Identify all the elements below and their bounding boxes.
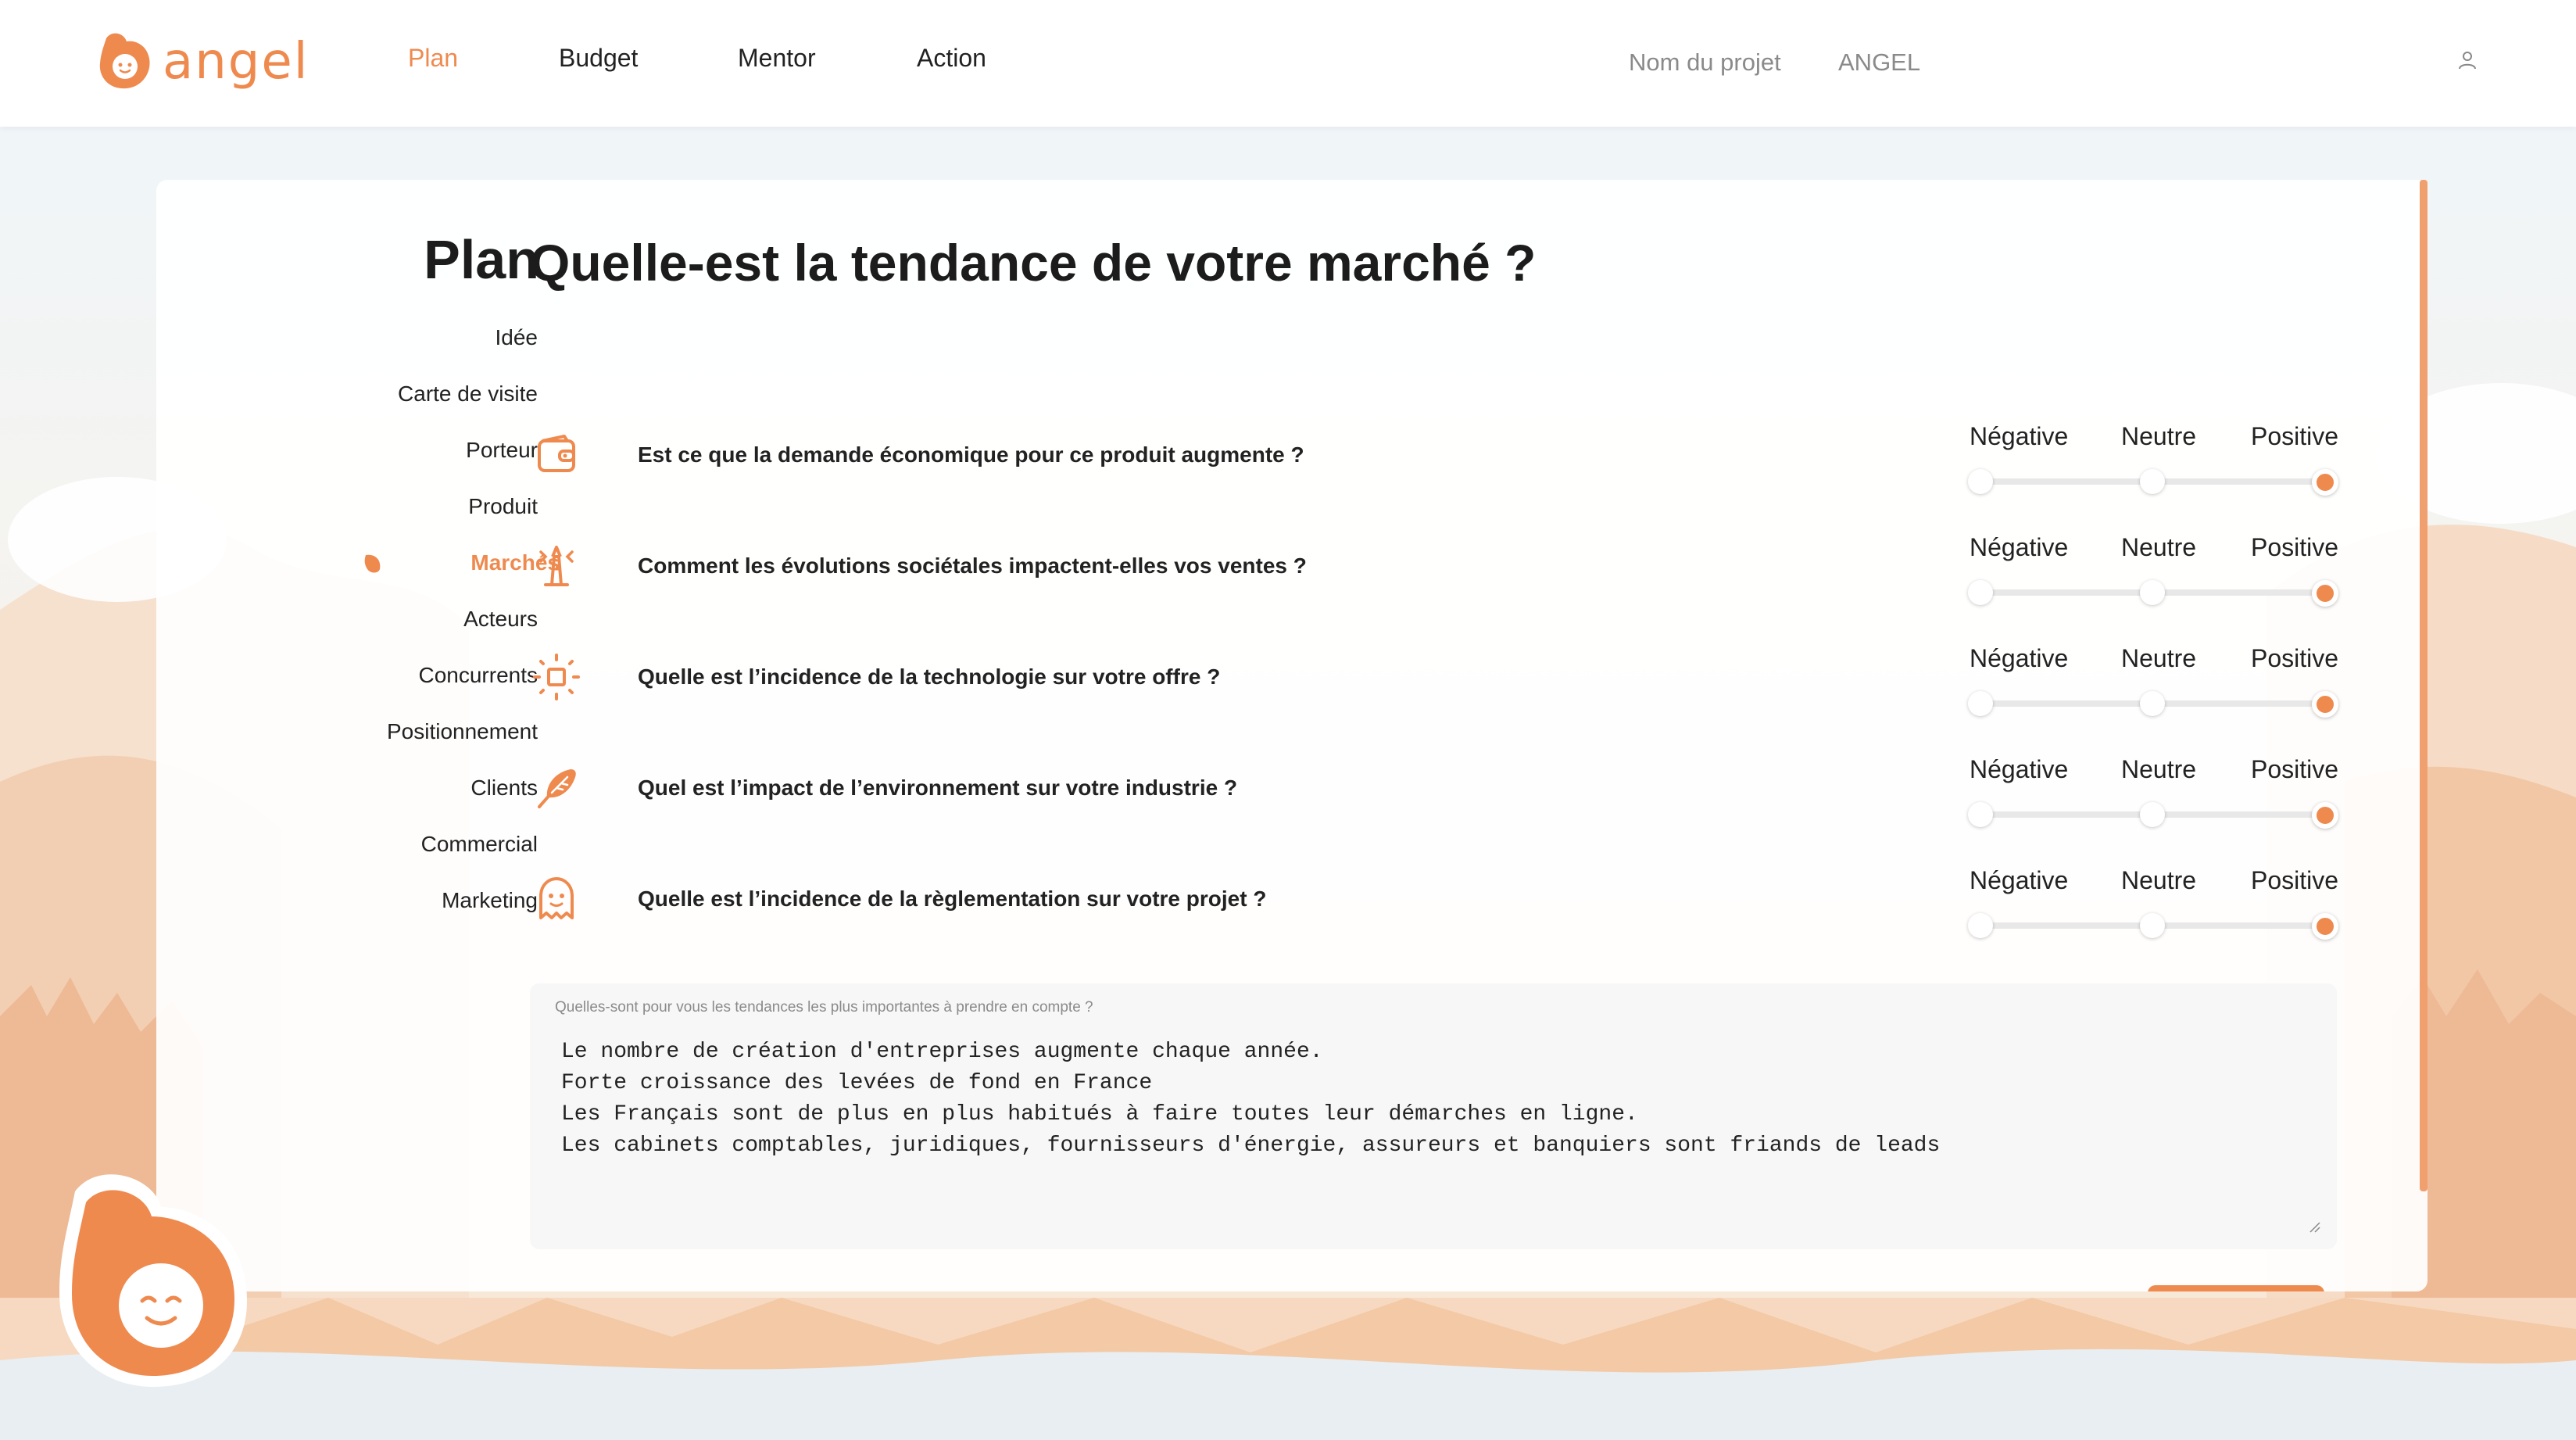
slider-stop-positive-selected[interactable] <box>2312 802 2338 829</box>
scrollbar[interactable] <box>2420 180 2428 1191</box>
trend-line-3: Les Français sont de plus en plus habitu… <box>561 1102 1638 1127</box>
scale-label-neutral: Neutre <box>2121 755 2197 783</box>
nav-plan[interactable]: Plan <box>408 44 458 73</box>
question-5-text: Quelle est l’incidence de la règlementat… <box>638 887 1267 911</box>
project-label: Nom du projet <box>1629 48 1781 76</box>
scale-label-negative: Négative <box>1970 866 2069 894</box>
trends-label: Quelles-sont pour vous les tendances les… <box>555 999 1093 1016</box>
slider-stop-positive-selected[interactable] <box>2312 691 2338 718</box>
content-card: Plan Idée Carte de visite Porteur Produi… <box>156 180 2428 1291</box>
sidebar-item-produit[interactable]: Produit <box>468 494 538 519</box>
logo-text: angel <box>163 33 309 91</box>
sidebar-item-marketing[interactable]: Marketing <box>442 888 538 913</box>
sidebar-item-porteur[interactable]: Porteur <box>466 438 538 463</box>
question-3-text: Quelle est l’incidence de la technologie… <box>638 664 1221 689</box>
scale-label-positive: Positive <box>2251 422 2339 450</box>
slider-stop-neutral[interactable] <box>2140 580 2165 605</box>
scale-label-neutral: Neutre <box>2121 422 2197 450</box>
wallet-icon <box>538 435 575 472</box>
sidebar-item-commercial[interactable]: Commercial <box>421 832 538 857</box>
question-4-text: Quel est l’impact de l’environnement sur… <box>638 776 1238 800</box>
nav-budget[interactable]: Budget <box>559 44 638 73</box>
slider-stop-neutral[interactable] <box>2140 691 2165 716</box>
sidebar-item-acteurs[interactable]: Acteurs <box>463 607 538 632</box>
scale-label-negative: Négative <box>1970 422 2069 450</box>
scale-label-positive: Positive <box>2251 755 2339 783</box>
next-button[interactable] <box>2148 1285 2324 1291</box>
resize-handle-icon[interactable] <box>2309 1221 2321 1234</box>
page-title: Quelle-est la tendance de votre marché ? <box>530 234 1537 292</box>
scale-label-negative: Négative <box>1970 755 2069 783</box>
leaf-icon <box>364 554 381 573</box>
sidebar-item-clients[interactable]: Clients <box>470 776 538 801</box>
feather-icon <box>538 769 576 808</box>
slider-stop-negative[interactable] <box>1968 580 1993 605</box>
slider-stop-negative[interactable] <box>1968 469 1993 494</box>
slider-stop-negative[interactable] <box>1968 802 1993 827</box>
slider-stop-negative[interactable] <box>1968 691 1993 716</box>
trend-line-4: Les cabinets comptables, juridiques, fou… <box>561 1134 1941 1158</box>
slider-stop-neutral[interactable] <box>2140 469 2165 494</box>
project-name[interactable]: ANGEL <box>1838 48 1920 77</box>
trend-line-1: Le nombre de création d'entreprises augm… <box>561 1040 1323 1064</box>
scale-label-positive: Positive <box>2251 644 2339 672</box>
scale-label-positive: Positive <box>2251 533 2339 561</box>
mascot-icon[interactable] <box>52 1168 255 1395</box>
app-logo[interactable]: angel <box>97 27 309 97</box>
question-2-text: Comment les évolutions sociétales impact… <box>638 553 1307 578</box>
question-1-text: Est ce que la demande économique pour ce… <box>638 442 1304 467</box>
scale-label-neutral: Neutre <box>2121 533 2197 561</box>
top-navigation-bar: angel Plan Budget Mentor Action Nom du p… <box>0 0 2576 127</box>
sidebar-item-concurrents[interactable]: Concurrents <box>418 663 538 688</box>
nav-mentor[interactable]: Mentor <box>738 44 816 73</box>
slider-stop-positive-selected[interactable] <box>2312 580 2338 607</box>
chip-icon <box>533 654 580 700</box>
sidebar-item-idee[interactable]: Idée <box>496 325 538 350</box>
sidebar-item-positionnement[interactable]: Positionnement <box>387 719 538 744</box>
slider-stop-neutral[interactable] <box>2140 802 2165 827</box>
scale-label-negative: Négative <box>1970 533 2069 561</box>
slider-stop-neutral[interactable] <box>2140 913 2165 938</box>
user-icon[interactable] <box>2457 50 2478 70</box>
slider-stop-positive-selected[interactable] <box>2312 469 2338 496</box>
scale-label-positive: Positive <box>2251 866 2339 894</box>
slider-stop-positive-selected[interactable] <box>2312 913 2338 940</box>
trends-textarea[interactable]: Quelles-sont pour vous les tendances les… <box>530 983 2337 1249</box>
lighthouse-icon <box>539 546 574 586</box>
nav-action[interactable]: Action <box>917 44 986 73</box>
slider-stop-negative[interactable] <box>1968 913 1993 938</box>
trend-line-2: Forte croissance des levées de fond en F… <box>561 1071 1153 1095</box>
scale-label-negative: Négative <box>1970 644 2069 672</box>
scale-label-neutral: Neutre <box>2121 866 2197 894</box>
angel-logo-icon <box>99 33 150 89</box>
sidebar-title: Plan <box>424 229 539 290</box>
ghost-icon <box>539 877 574 919</box>
sidebar-item-carte-de-visite[interactable]: Carte de visite <box>398 381 538 407</box>
scale-label-neutral: Neutre <box>2121 644 2197 672</box>
